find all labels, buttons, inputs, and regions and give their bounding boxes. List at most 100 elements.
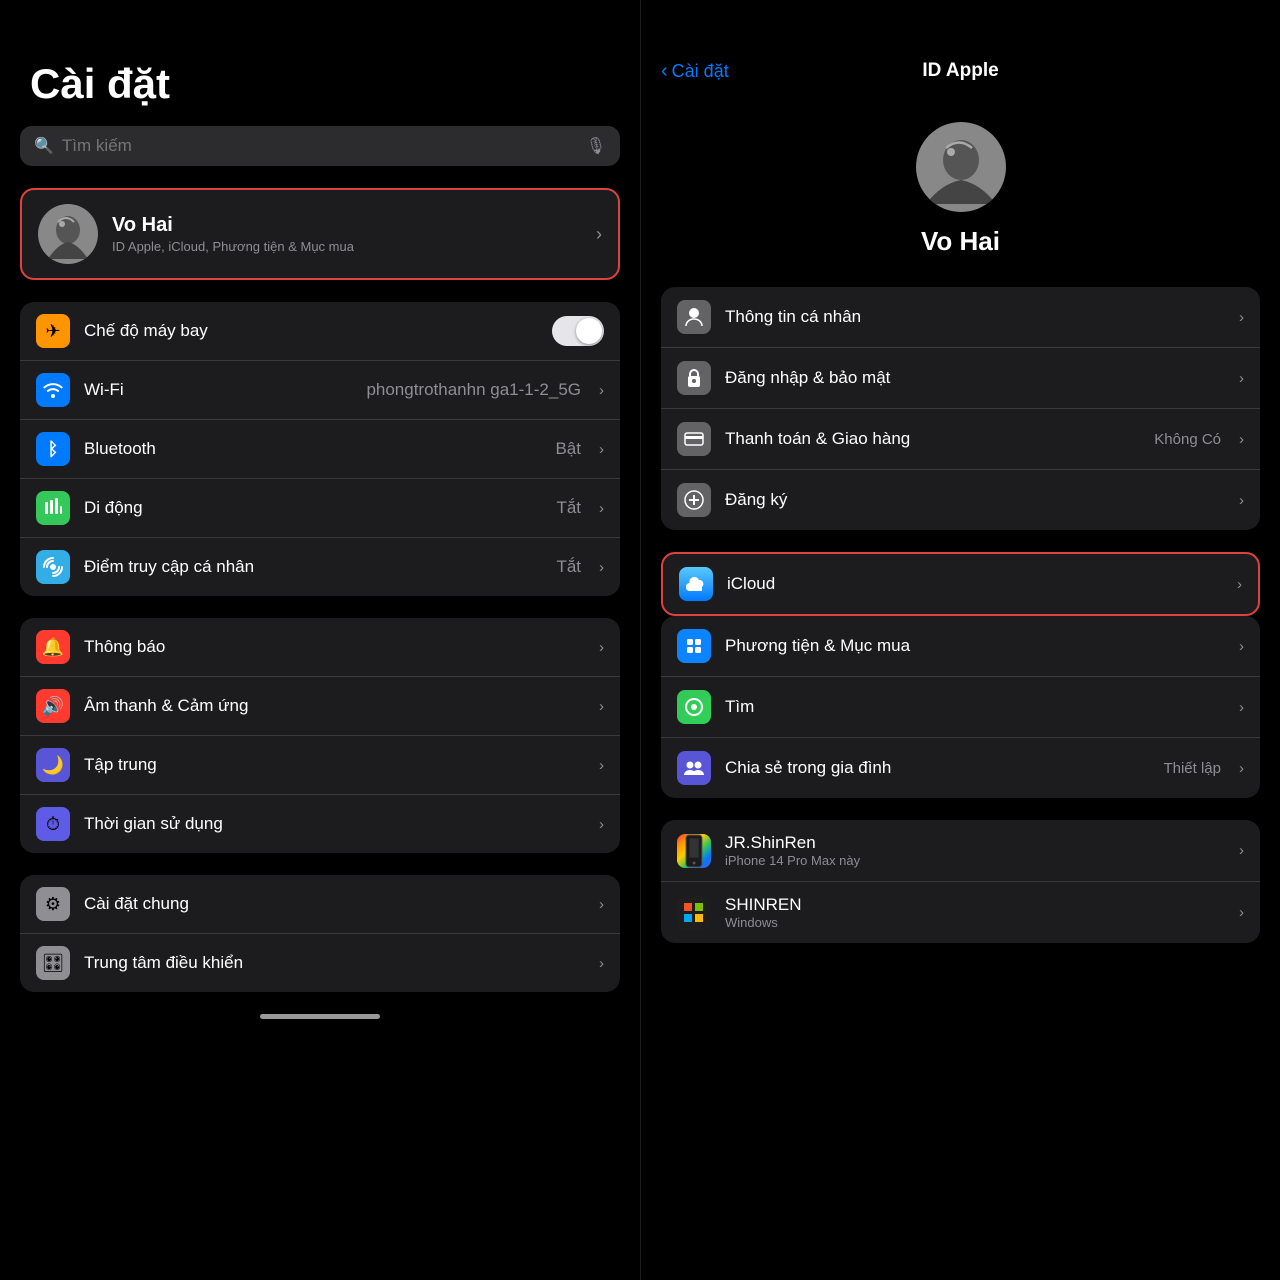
- family-icon: [677, 751, 711, 785]
- airplane-icon: ✈: [36, 314, 70, 348]
- media-group: Phương tiện & Mục mua › Tìm ›: [661, 616, 1260, 798]
- search-icon: 🔍: [34, 136, 54, 156]
- mobile-value: Tắt: [556, 498, 581, 518]
- icloud-item[interactable]: iCloud ›: [663, 554, 1258, 614]
- mobile-chevron: ›: [599, 500, 604, 517]
- device-jr-item[interactable]: JR.ShinRen iPhone 14 Pro Max này ›: [661, 820, 1260, 882]
- bluetooth-chevron: ›: [599, 441, 604, 458]
- device-win-sub: Windows: [725, 915, 1225, 930]
- device-win-item[interactable]: SHINREN Windows ›: [661, 882, 1260, 943]
- bluetooth-item[interactable]: ᛒ Bluetooth Bật ›: [20, 420, 620, 479]
- signin-security-item[interactable]: Đăng nhập & bảo mật ›: [661, 348, 1260, 409]
- payment-value: Không Có: [1154, 431, 1221, 448]
- family-item[interactable]: Chia sẻ trong gia đình Thiết lập ›: [661, 738, 1260, 798]
- airplane-label: Chế độ máy bay: [84, 321, 538, 341]
- profile-name: Vo Hai: [112, 214, 582, 237]
- right-content: Thông tin cá nhân › Đăng nhập & bảo mật …: [641, 287, 1280, 1280]
- account-info-group: Thông tin cá nhân › Đăng nhập & bảo mật …: [661, 287, 1260, 530]
- wifi-icon: [36, 373, 70, 407]
- mobile-icon: [36, 491, 70, 525]
- payment-item[interactable]: Thanh toán & Giao hàng Không Có ›: [661, 409, 1260, 470]
- airplane-toggle[interactable]: [552, 316, 604, 346]
- icloud-icon: [679, 567, 713, 601]
- right-panel: ‹ Cài đặt ID Apple Vo Hai: [640, 0, 1280, 1280]
- page-title: Cài đặt: [20, 60, 620, 108]
- screentime-item[interactable]: ⏱ Thời gian sử dụng ›: [20, 795, 620, 853]
- focus-label: Tập trung: [84, 755, 585, 775]
- back-button[interactable]: ‹ Cài đặt: [661, 60, 729, 83]
- media-icon: [677, 629, 711, 663]
- personal-info-item[interactable]: Thông tin cá nhân ›: [661, 287, 1260, 348]
- payment-label: Thanh toán & Giao hàng: [725, 429, 1140, 449]
- notification-label: Thông báo: [84, 637, 585, 657]
- mobile-item[interactable]: Di động Tắt ›: [20, 479, 620, 538]
- control-icon: 🎛: [36, 946, 70, 980]
- media-item[interactable]: Phương tiện & Mục mua ›: [661, 616, 1260, 677]
- sound-item[interactable]: 🔊 Âm thanh & Cảm ứng ›: [20, 677, 620, 736]
- mobile-label: Di động: [84, 498, 542, 518]
- screentime-label: Thời gian sử dụng: [84, 814, 585, 834]
- wifi-chevron: ›: [599, 382, 604, 399]
- search-bar[interactable]: 🔍 🎙: [20, 126, 620, 166]
- personal-icon: [677, 300, 711, 334]
- general-group: ⚙ Cài đặt chung › 🎛 Trung tâm điều khiển…: [20, 875, 620, 992]
- right-header: ‹ Cài đặt ID Apple: [641, 0, 1280, 102]
- right-page-title: ID Apple: [922, 60, 998, 82]
- notifications-group: 🔔 Thông báo › 🔊 Âm thanh & Cảm ứng › 🌙 T…: [20, 618, 620, 853]
- signin-label: Đăng nhập & bảo mật: [725, 368, 1225, 388]
- right-profile-name: Vo Hai: [921, 226, 1000, 257]
- hotspot-chevron: ›: [599, 559, 604, 576]
- bluetooth-label: Bluetooth: [84, 439, 541, 459]
- device-win-info: SHINREN Windows: [725, 895, 1225, 930]
- subscribe-item[interactable]: Đăng ký ›: [661, 470, 1260, 530]
- back-chevron-icon: ‹: [661, 60, 668, 83]
- general-icon: ⚙: [36, 887, 70, 921]
- focus-icon: 🌙: [36, 748, 70, 782]
- home-indicator: [260, 1014, 380, 1019]
- control-item[interactable]: 🎛 Trung tâm điều khiển ›: [20, 934, 620, 992]
- personal-label: Thông tin cá nhân: [725, 307, 1225, 327]
- find-item[interactable]: Tìm ›: [661, 677, 1260, 738]
- icloud-label: iCloud: [727, 574, 1223, 594]
- right-avatar: [916, 122, 1006, 212]
- left-panel: Cài đặt 🔍 🎙 Vo Hai ID Apple, iCloud, Phư…: [0, 0, 640, 1280]
- notification-icon: 🔔: [36, 630, 70, 664]
- find-label: Tìm: [725, 697, 1225, 717]
- signin-icon: [677, 361, 711, 395]
- bluetooth-icon: ᛒ: [36, 432, 70, 466]
- sound-icon: 🔊: [36, 689, 70, 723]
- search-input[interactable]: [62, 136, 578, 156]
- profile-card[interactable]: Vo Hai ID Apple, iCloud, Phương tiện & M…: [20, 188, 620, 280]
- sound-label: Âm thanh & Cảm ứng: [84, 696, 585, 716]
- focus-item[interactable]: 🌙 Tập trung ›: [20, 736, 620, 795]
- find-icon: [677, 690, 711, 724]
- family-value: Thiết lập: [1163, 760, 1221, 777]
- hotspot-label: Điểm truy cập cá nhân: [84, 557, 542, 577]
- airplane-mode-item[interactable]: ✈ Chế độ máy bay: [20, 302, 620, 361]
- hotspot-value: Tắt: [556, 557, 581, 577]
- device-jr-info: JR.ShinRen iPhone 14 Pro Max này: [725, 833, 1225, 868]
- device-jr-icon: [677, 834, 711, 868]
- wifi-label: Wi-Fi: [84, 380, 352, 400]
- family-label: Chia sẻ trong gia đình: [725, 758, 1149, 778]
- icloud-group: iCloud ›: [661, 552, 1260, 616]
- mic-icon: 🎙: [586, 136, 606, 156]
- media-label: Phương tiện & Mục mua: [725, 636, 1225, 656]
- right-profile-section: Vo Hai: [641, 102, 1280, 287]
- profile-subtitle: ID Apple, iCloud, Phương tiện & Mục mua: [112, 239, 582, 254]
- profile-info: Vo Hai ID Apple, iCloud, Phương tiện & M…: [112, 214, 582, 254]
- payment-icon: [677, 422, 711, 456]
- hotspot-icon: [36, 550, 70, 584]
- bluetooth-value: Bật: [555, 439, 581, 459]
- control-label: Trung tâm điều khiển: [84, 953, 585, 973]
- hotspot-item[interactable]: Điểm truy cập cá nhân Tắt ›: [20, 538, 620, 596]
- general-item[interactable]: ⚙ Cài đặt chung ›: [20, 875, 620, 934]
- subscribe-icon: [677, 483, 711, 517]
- wifi-item[interactable]: Wi-Fi phongtrothanhn ga1-1-2_5G ›: [20, 361, 620, 420]
- subscribe-label: Đăng ký: [725, 490, 1225, 510]
- screentime-icon: ⏱: [36, 807, 70, 841]
- notification-item[interactable]: 🔔 Thông báo ›: [20, 618, 620, 677]
- devices-group: JR.ShinRen iPhone 14 Pro Max này › SHINR…: [661, 820, 1260, 943]
- device-win-icon: [677, 896, 711, 930]
- connectivity-group: ✈ Chế độ máy bay Wi-Fi phongtrothanhn ga…: [20, 302, 620, 596]
